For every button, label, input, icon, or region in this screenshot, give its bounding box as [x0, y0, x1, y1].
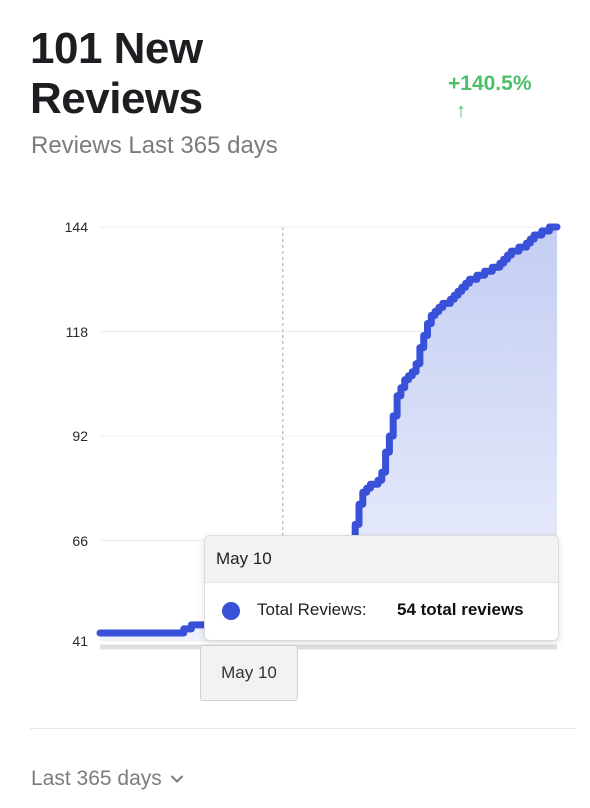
tooltip-value: 54 total reviews	[397, 600, 524, 619]
chevron-down-icon	[170, 775, 183, 783]
page-title: 101 New Reviews	[30, 24, 203, 123]
arrow-up-icon: ↑	[456, 100, 466, 122]
series-dot-icon	[222, 602, 240, 620]
y-tick-label: 118	[65, 323, 88, 340]
y-tick-label: 144	[64, 219, 88, 235]
change-percentage: +140.5%	[448, 72, 532, 95]
date-range-dropdown[interactable]: Last 365 days	[31, 767, 184, 791]
chart-tooltip: May 10 Total Reviews: 54 total reviews	[204, 535, 559, 641]
tooltip-date: May 10	[205, 536, 558, 583]
tooltip-label: Total Reviews:	[257, 600, 367, 619]
chart-subtitle: Reviews Last 365 days	[31, 132, 278, 159]
x-axis-hover-label: May 10	[200, 645, 298, 701]
divider	[30, 728, 575, 729]
date-range-label: Last 365 days	[31, 767, 162, 790]
y-tick-label: 41	[72, 633, 88, 649]
y-tick-label: 92	[72, 428, 88, 444]
y-tick-label: 66	[72, 532, 88, 549]
